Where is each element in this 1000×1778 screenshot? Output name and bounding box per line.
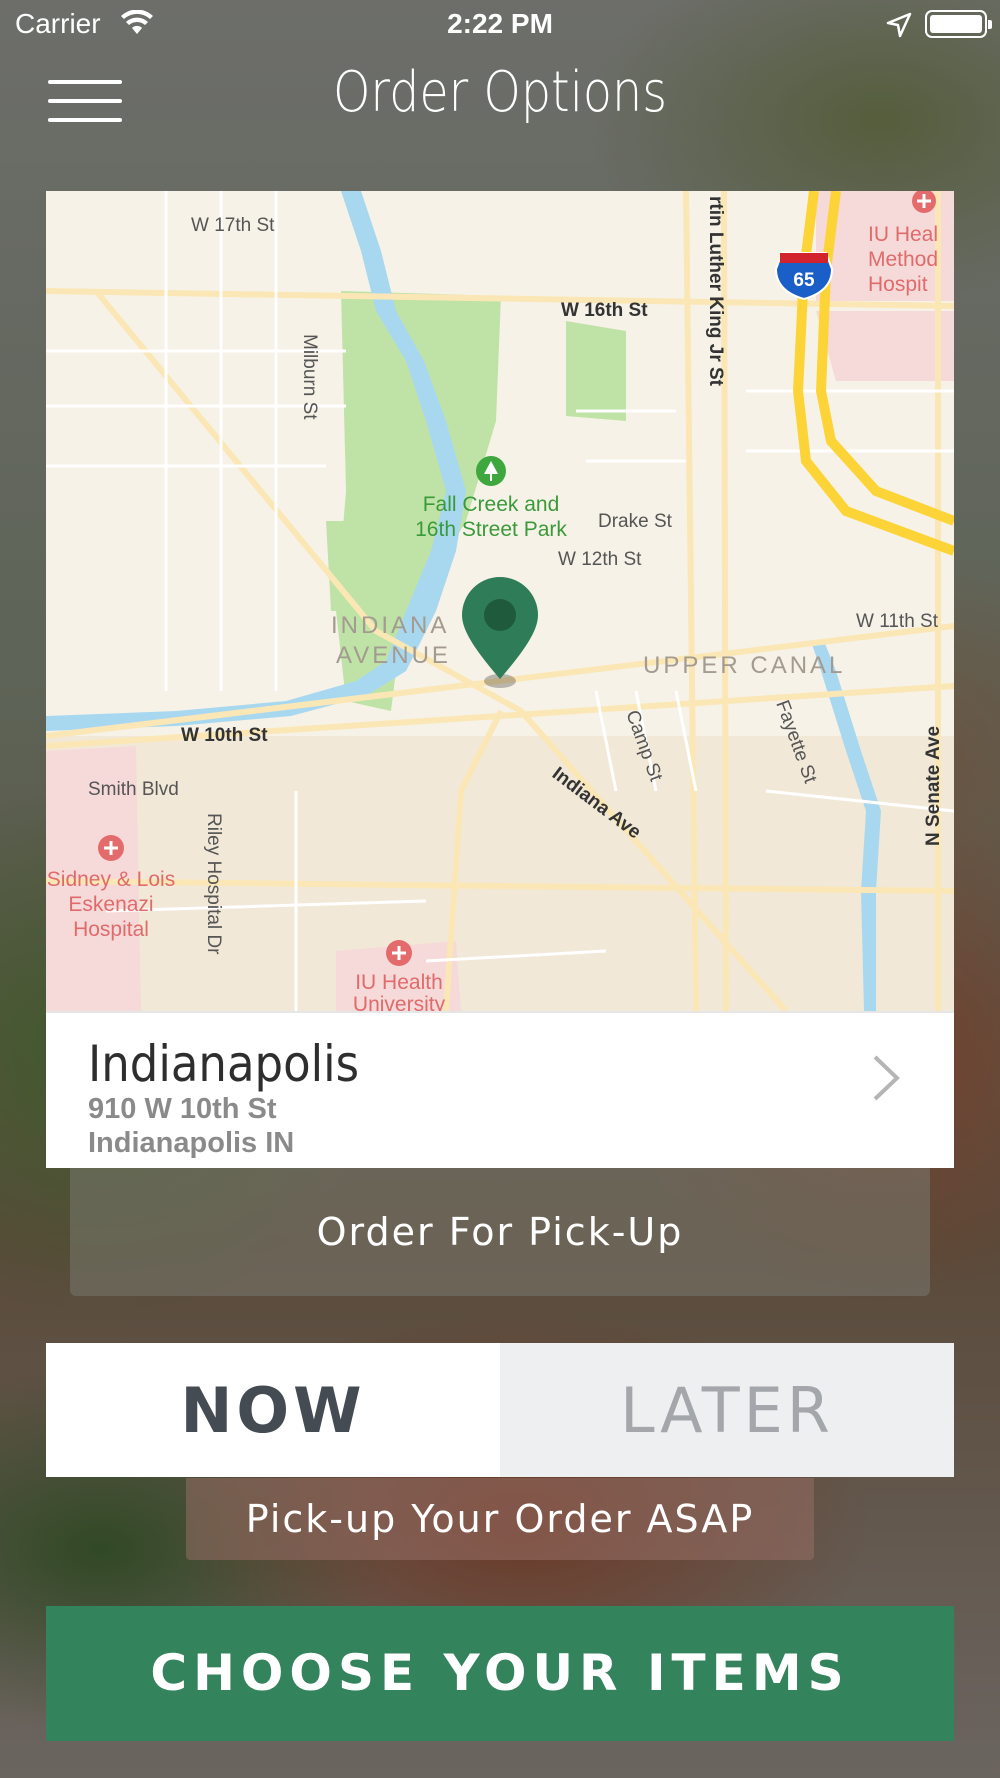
svg-text:Hospital: Hospital xyxy=(73,918,149,941)
toggle-now-button[interactable]: NOW xyxy=(46,1343,500,1477)
svg-text:Drake St: Drake St xyxy=(598,511,673,532)
svg-text:UPPER CANAL: UPPER CANAL xyxy=(643,652,845,679)
svg-text:University: University xyxy=(353,993,446,1011)
toggle-later-button[interactable]: LATER xyxy=(500,1343,954,1477)
choose-items-button[interactable]: CHOOSE YOUR ITEMS xyxy=(46,1606,954,1741)
location-card: 65 W 17th St W 16th St Milburn St rtin L… xyxy=(46,191,954,1168)
battery-icon xyxy=(925,10,992,38)
svg-text:IU Heal: IU Heal xyxy=(868,223,938,246)
status-bar: Carrier 2:22 PM xyxy=(0,0,1000,50)
store-address-line1: 910 W 10th St xyxy=(88,1093,277,1125)
status-time: 2:22 PM xyxy=(447,8,553,39)
svg-text:65: 65 xyxy=(793,270,815,291)
svg-text:Eskenazi: Eskenazi xyxy=(68,893,153,916)
svg-text:Riley Hospital Dr: Riley Hospital Dr xyxy=(203,813,224,955)
svg-text:Sidney & Lois: Sidney & Lois xyxy=(47,868,175,891)
page-title: Order Options xyxy=(332,60,668,125)
svg-text:N Senate Ave: N Senate Ave xyxy=(923,726,944,846)
store-location-row[interactable]: Indianapolis 910 W 10th St Indianapolis … xyxy=(46,1011,954,1168)
pickup-note: Pick-up Your Order ASAP xyxy=(186,1478,814,1560)
svg-text:INDIANA: INDIANA xyxy=(331,612,449,639)
chevron-right-icon xyxy=(873,1055,900,1101)
svg-text:W 10th St: W 10th St xyxy=(181,725,268,746)
svg-text:W 11th St: W 11th St xyxy=(856,611,939,632)
time-toggle: NOW LATER xyxy=(46,1343,954,1477)
store-name: Indianapolis xyxy=(88,1035,360,1093)
order-type-label[interactable]: Order For Pick-Up xyxy=(70,1168,930,1296)
svg-text:W 16th St: W 16th St xyxy=(561,300,648,321)
svg-text:Fall Creek and: Fall Creek and xyxy=(423,493,560,516)
svg-text:Milburn St: Milburn St xyxy=(299,334,320,420)
location-arrow-icon xyxy=(886,12,912,38)
svg-text:rtin Luther King Jr St: rtin Luther King Jr St xyxy=(705,196,726,387)
svg-text:W 17th St: W 17th St xyxy=(191,215,275,236)
svg-text:Hospit: Hospit xyxy=(868,273,928,296)
svg-text:W 12th St: W 12th St xyxy=(558,549,642,570)
svg-text:16th Street Park: 16th Street Park xyxy=(415,518,567,541)
svg-text:Smith Blvd: Smith Blvd xyxy=(88,779,179,800)
store-map[interactable]: 65 W 17th St W 16th St Milburn St rtin L… xyxy=(46,191,954,1011)
location-pin-icon xyxy=(462,577,538,688)
store-address-line2: Indianapolis IN xyxy=(88,1127,295,1159)
svg-text:Method: Method xyxy=(868,248,938,271)
svg-text:AVENUE: AVENUE xyxy=(336,642,451,669)
svg-text:IU Health: IU Health xyxy=(355,971,443,994)
